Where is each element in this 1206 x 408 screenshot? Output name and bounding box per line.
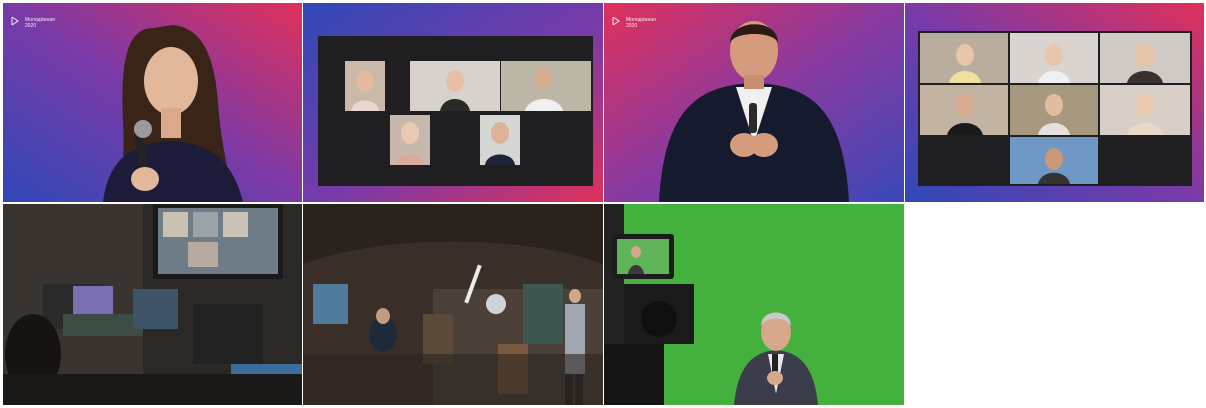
video-call-grid-image: [905, 3, 1204, 202]
video-call-grid-image: [303, 3, 603, 202]
studio-set-image: [303, 204, 603, 405]
control-room-image: [3, 204, 302, 405]
event-logo: Молодёжная 2020: [11, 17, 55, 29]
photo-tile-video-call-5[interactable]: [303, 3, 603, 202]
logo-mark-icon: [612, 17, 620, 25]
photo-tile-studio-set[interactable]: [303, 204, 603, 405]
logo-line2: 2020: [25, 23, 37, 29]
logo-mark-icon: [11, 17, 19, 25]
photo-tile-video-call-7[interactable]: [905, 3, 1204, 202]
photo-tile-presenter-woman[interactable]: Молодёжная 2020: [3, 3, 302, 202]
photo-tile-green-screen[interactable]: [604, 204, 904, 405]
photo-tile-control-room[interactable]: [3, 204, 302, 405]
green-screen-image: [604, 204, 904, 405]
event-logo: Молодёжная 2020: [612, 17, 656, 29]
logo-line2: 2020: [626, 23, 638, 29]
presenter-woman-image: [3, 3, 302, 202]
photo-tile-presenter-man[interactable]: Молодёжная 2020: [604, 3, 904, 202]
presenter-man-image: [604, 3, 904, 202]
